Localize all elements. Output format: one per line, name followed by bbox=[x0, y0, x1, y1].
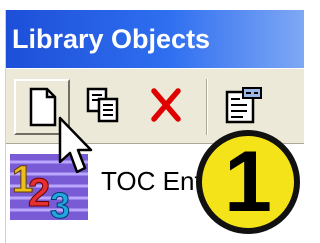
delete-icon bbox=[151, 88, 181, 122]
step-number-badge: 1 bbox=[196, 130, 300, 234]
properties-button[interactable] bbox=[218, 79, 274, 135]
delete-button[interactable] bbox=[140, 79, 196, 135]
screenshot-frame: Library Objects 1 2 3 TOC Ent 1 bbox=[0, 0, 304, 243]
properties-icon bbox=[225, 87, 262, 124]
mouse-pointer-icon bbox=[58, 116, 93, 174]
list-item-label: TOC Ent bbox=[101, 166, 202, 196]
panel-title: Library Objects bbox=[6, 10, 304, 68]
toolbar-separator bbox=[206, 79, 208, 135]
svg-text:2: 2 bbox=[28, 171, 50, 215]
svg-text:3: 3 bbox=[50, 185, 70, 220]
